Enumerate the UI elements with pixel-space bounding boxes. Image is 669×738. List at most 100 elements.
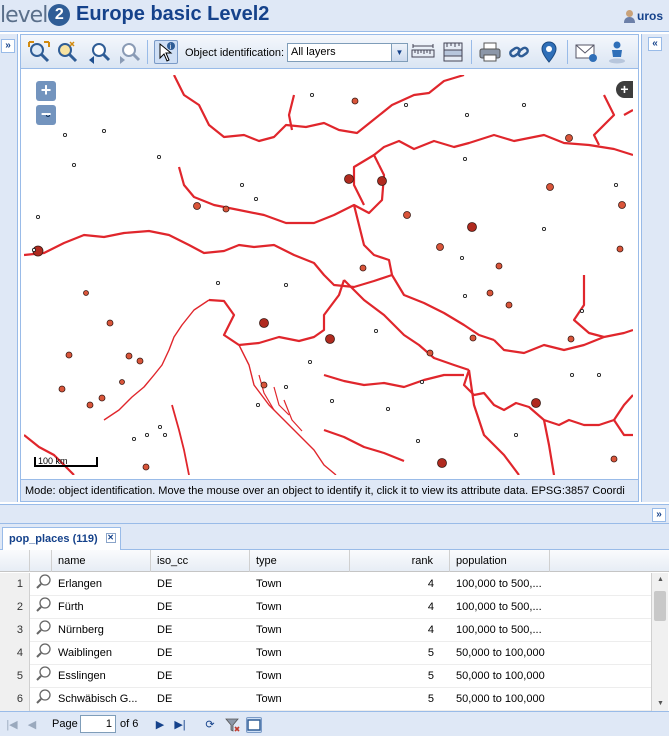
zoom-to-feature-icon[interactable] [30,688,52,711]
map-canvas[interactable]: + − + 100 km [24,75,633,475]
city-point [83,290,89,296]
zoom-to-all-button[interactable] [246,717,262,733]
city-point [359,264,367,272]
coastline [103,299,210,421]
border-line [171,404,190,475]
village-point [419,379,425,385]
cell-name: Schwäbisch G... [58,693,138,705]
table-row[interactable]: 6 Schwäbisch G... DE Town 5 50,000 to 10… [0,688,651,711]
zoom-to-feature-icon[interactable] [30,573,52,596]
village-point [569,372,575,378]
previous-page-button[interactable]: ◀ [24,717,40,733]
column-header-type[interactable]: type [250,550,350,572]
zoom-previous-icon [89,43,111,64]
print-button[interactable] [478,40,502,64]
zoom-next-icon [120,43,141,64]
next-page-button[interactable]: ▶ [152,717,168,733]
city-point [106,319,114,327]
last-page-button[interactable]: ▶| [172,717,188,733]
village-point [283,384,289,390]
city-point [610,455,618,463]
zoom-to-feature-icon[interactable] [30,665,52,688]
zoom-to-feature-icon[interactable] [30,642,52,665]
send-email-button[interactable] [574,40,598,64]
row-number: 2 [0,596,30,619]
cell-rank: 4 [427,601,434,613]
zoom-out-button[interactable]: − [36,105,56,125]
village-point [459,255,465,261]
city-point [325,334,335,344]
city-point [344,174,354,184]
collapse-bottom-panel-button[interactable]: » [652,508,666,522]
city-point [86,401,94,409]
table-row[interactable]: 2 Fürth DE Town 4 100,000 to 500,... [0,596,651,619]
table-row[interactable]: 5 Esslingen DE Town 5 50,000 to 100,000 [0,665,651,688]
cell-iso-cc: DE [157,601,173,613]
column-header-name[interactable]: name [52,550,151,572]
zoom-to-feature-icon[interactable] [30,596,52,619]
cell-population: 50,000 to 100,000 [456,647,545,659]
city-point [505,301,513,309]
scroll-down-icon[interactable]: ▼ [652,697,669,711]
identify-mode-button[interactable]: i [154,40,178,64]
grid-scrollbar[interactable]: ▲ ▼ [651,573,668,711]
refresh-button[interactable]: ⟳ [202,717,218,733]
link-button[interactable] [507,40,531,64]
village-point [415,438,421,444]
tab-pop-places[interactable]: pop_places (119) ✕ [2,527,121,550]
cell-name: Erlangen [58,578,103,590]
column-header-population[interactable]: population [450,550,550,572]
locate-button[interactable] [537,40,561,64]
city-point [136,357,144,365]
clear-filter-button[interactable] [224,717,240,733]
app-logo: level 2 [0,0,71,30]
cell-population: 50,000 to 100,000 [456,670,545,682]
person-icon [609,41,625,64]
cell-rank: 5 [427,693,434,705]
user-menu[interactable]: uros [623,9,663,23]
scroll-thumb[interactable] [654,591,666,621]
expand-left-panel-button[interactable]: » [1,39,15,53]
street-view-button[interactable] [605,40,629,64]
village-point [541,226,547,232]
village-point [613,182,619,188]
city-point [65,351,73,359]
border-line [323,428,405,463]
border-line [542,419,556,475]
column-header-iso-cc[interactable]: iso_cc [151,550,250,572]
village-point [329,398,335,404]
cell-iso-cc: DE [157,647,173,659]
village-point [156,154,162,160]
table-row[interactable]: 1 Erlangen DE Town 4 100,000 to 500,... [0,573,651,596]
zoom-previous-button[interactable] [87,40,111,64]
city-point [142,463,150,471]
city-point [58,385,66,393]
column-header-rank[interactable]: rank [350,550,450,572]
measure-area-button[interactable] [441,40,465,64]
filter-clear-icon [225,718,240,732]
village-point [162,432,168,438]
close-icon[interactable]: ✕ [105,533,116,543]
measure-distance-button[interactable] [411,40,435,64]
zoom-extent-button[interactable] [27,40,51,64]
app-title: Europe basic Level2 [76,3,270,25]
table-row[interactable]: 4 Waiblingen DE Town 5 50,000 to 100,000 [0,642,651,665]
expand-right-panel-button[interactable]: « [648,37,662,51]
city-point [436,243,444,251]
scroll-up-icon[interactable]: ▲ [652,573,669,587]
identification-layer-select[interactable]: All layers ▼ [287,43,408,62]
zoom-in-button[interactable]: + [36,81,56,101]
city-point [546,183,554,191]
zoom-to-feature-icon[interactable] [30,619,52,642]
border-line [208,279,346,347]
first-page-button[interactable]: |◀ [4,717,20,733]
chain-link-icon [509,46,529,58]
layer-switcher-button[interactable]: + [616,81,633,98]
table-row[interactable]: 3 Nürnberg DE Town 4 100,000 to 500,... [0,619,651,642]
cell-rank: 4 [427,578,434,590]
page-number-input[interactable]: 1 [80,715,116,733]
city-point [98,394,106,402]
zoom-next-button[interactable] [117,40,141,64]
zoom-selection-button[interactable] [55,40,79,64]
cell-iso-cc: DE [157,693,173,705]
